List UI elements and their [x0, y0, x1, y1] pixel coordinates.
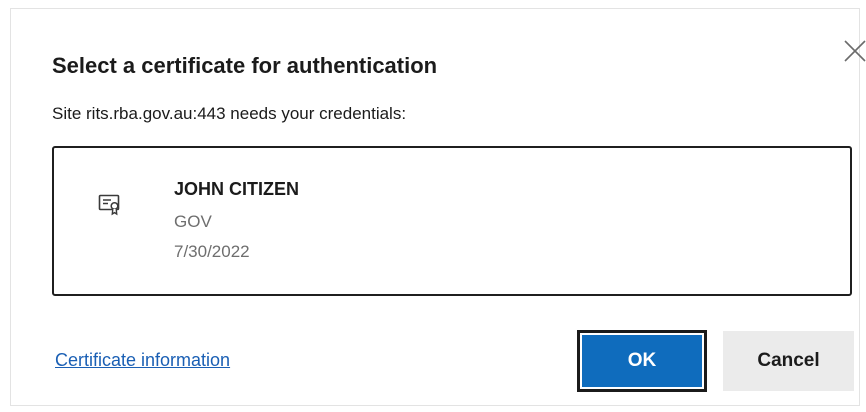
close-icon [844, 40, 866, 62]
certificate-date: 7/30/2022 [174, 242, 250, 261]
certificate-item[interactable]: JOHN CITIZEN GOV 7/30/2022 [54, 148, 850, 294]
ok-button[interactable]: OK [577, 330, 707, 392]
certificate-dialog: Select a certificate for authentication … [10, 8, 866, 406]
dialog-title: Select a certificate for authentication [52, 53, 438, 78]
certificate-issuer: GOV [174, 212, 212, 231]
certificate-icon [98, 192, 122, 216]
dialog-subtitle: Site rits.rba.gov.au:443 needs your cred… [52, 104, 407, 123]
certificate-list: JOHN CITIZEN GOV 7/30/2022 [52, 146, 852, 296]
certificate-information-link[interactable]: Certificate information [55, 350, 230, 371]
certificate-name: JOHN CITIZEN [174, 179, 300, 199]
cancel-button[interactable]: Cancel [723, 331, 854, 391]
close-button[interactable] [841, 37, 866, 65]
